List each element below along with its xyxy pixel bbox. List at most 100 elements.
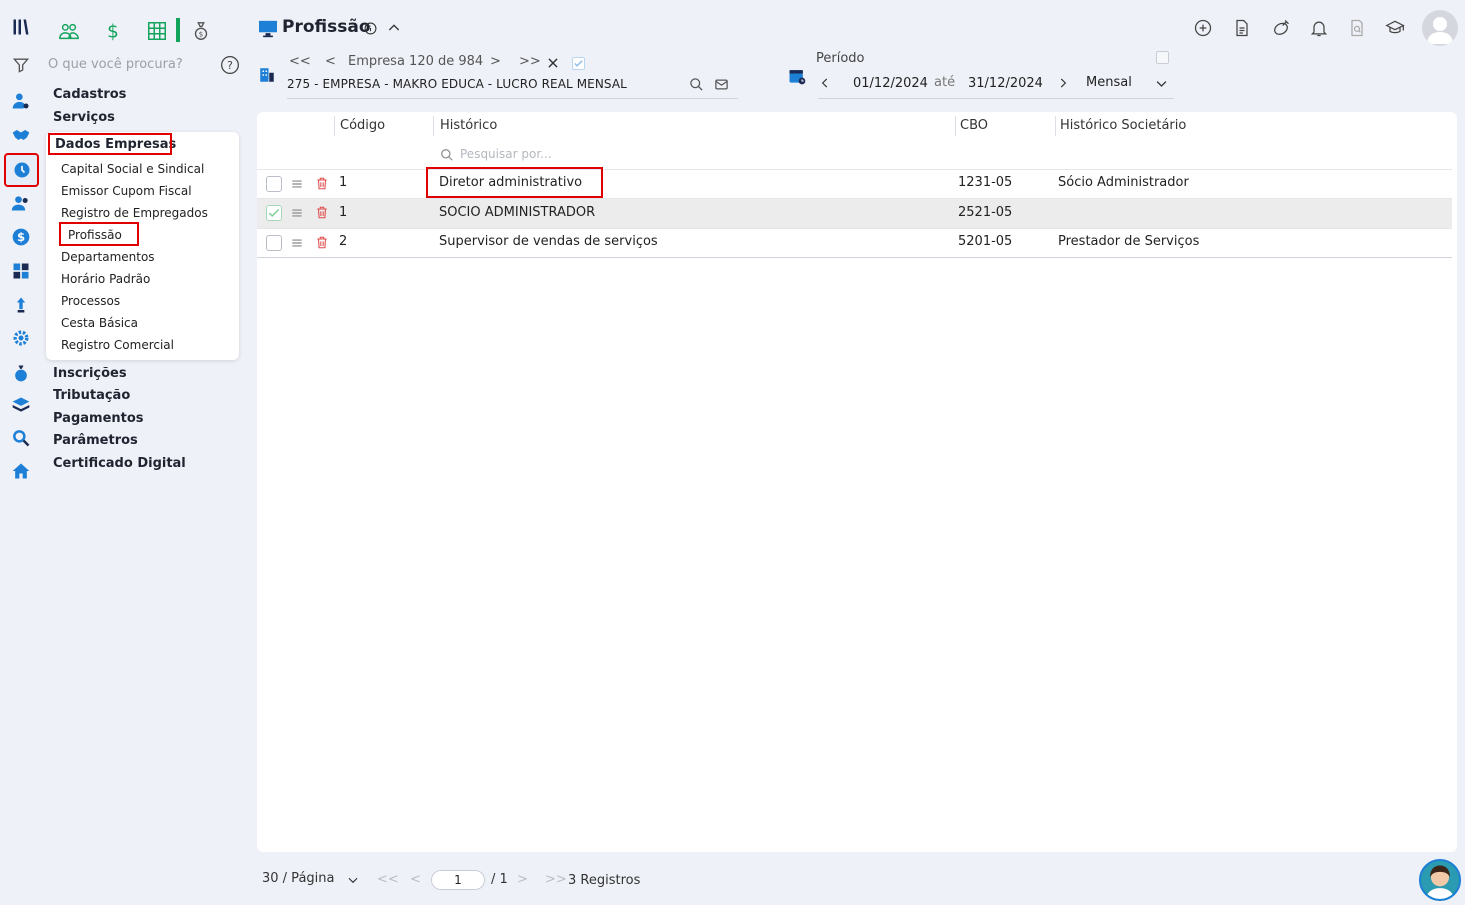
menu-cadastros[interactable]: Cadastros	[53, 87, 126, 102]
highlight-dados-empresas	[48, 133, 172, 155]
menu-tributacao[interactable]: Tributação	[53, 388, 130, 403]
drag-handle-icon[interactable]	[290, 177, 304, 191]
info-icon[interactable]	[364, 22, 377, 35]
period-end-date[interactable]: 31/12/2024	[968, 76, 1043, 91]
money-bag-icon[interactable]	[8, 360, 34, 386]
submenu-capital-social[interactable]: Capital Social e Sindical	[61, 162, 204, 176]
submenu-emissor-cupom[interactable]: Emissor Cupom Fiscal	[61, 184, 192, 198]
per-page-select[interactable]: 30 / Página	[262, 871, 334, 886]
mail-icon[interactable]	[714, 77, 729, 92]
column-header-cbo[interactable]: CBO	[960, 118, 988, 133]
column-header-historico-societario[interactable]: Histórico Societário	[1060, 118, 1186, 133]
cell-codigo: 1	[339, 205, 348, 220]
period-label: Período	[816, 51, 865, 66]
page-number-input[interactable]: 1	[431, 870, 485, 890]
home-icon[interactable]	[8, 458, 34, 484]
page-prev-button[interactable]: <	[410, 872, 421, 887]
gear-icon[interactable]	[8, 325, 34, 351]
company-search-icon[interactable]	[689, 77, 704, 92]
menu-inscricoes[interactable]: Inscrições	[53, 366, 127, 381]
dollar-icon[interactable]: $	[8, 224, 34, 250]
submenu-registro-empregados[interactable]: Registro de Empregados	[61, 206, 208, 220]
svg-text:$: $	[17, 230, 25, 244]
company-prev-button[interactable]: <	[325, 54, 336, 69]
page-total: / 1	[491, 872, 508, 887]
row-checkbox[interactable]	[266, 176, 282, 192]
chevron-up-icon[interactable]	[386, 20, 402, 36]
user-settings-icon[interactable]	[8, 88, 34, 114]
selected-row-background	[257, 199, 1452, 228]
menu-search-input[interactable]: O que você procura?	[48, 57, 183, 72]
app-logo[interactable]	[8, 14, 34, 40]
company-last-button[interactable]: >>	[519, 54, 541, 69]
svg-text:$: $	[199, 30, 204, 39]
submenu-cesta-basica[interactable]: Cesta Básica	[61, 316, 138, 330]
column-header-historico[interactable]: Histórico	[440, 118, 497, 133]
trash-icon[interactable]	[315, 176, 329, 190]
company-next-button[interactable]: >	[490, 54, 501, 69]
help-icon[interactable]: ?	[220, 55, 240, 75]
submenu-departamentos[interactable]: Departamentos	[61, 250, 155, 264]
svg-text:?: ?	[227, 59, 233, 72]
building-icon	[258, 66, 276, 84]
submenu-processos[interactable]: Processos	[61, 294, 120, 308]
dollar-app-icon[interactable]: $	[100, 18, 126, 44]
menu-parametros[interactable]: Parâmetros	[53, 433, 138, 448]
drag-handle-icon[interactable]	[290, 206, 304, 220]
calculator-icon[interactable]	[8, 258, 34, 284]
chevron-down-icon[interactable]	[1154, 76, 1169, 91]
per-page-chevron-icon[interactable]	[346, 873, 360, 887]
add-circle-icon[interactable]	[1191, 16, 1215, 40]
period-mode-select[interactable]: Mensal	[1086, 75, 1132, 90]
company-checkbox[interactable]	[572, 57, 585, 70]
period-start-date[interactable]: 01/12/2024	[853, 76, 928, 91]
drag-handle-icon[interactable]	[290, 236, 304, 250]
growth-icon[interactable]	[8, 292, 34, 318]
menu-certificado-digital[interactable]: Certificado Digital	[53, 456, 186, 471]
graduation-cap-icon[interactable]	[1383, 16, 1407, 40]
handshake-icon[interactable]	[8, 122, 34, 148]
page-first-button[interactable]: <<	[377, 872, 399, 887]
active-app-indicator	[176, 18, 180, 42]
search-rail-icon[interactable]	[8, 425, 34, 451]
trash-icon[interactable]	[315, 205, 329, 219]
clock-icon[interactable]	[4, 153, 39, 187]
filter-search-icon	[440, 148, 454, 162]
cell-cbo: 1231-05	[958, 175, 1013, 190]
trash-icon[interactable]	[315, 235, 329, 249]
document-icon[interactable]	[1230, 16, 1254, 40]
row-checkbox-checked[interactable]	[266, 205, 282, 221]
company-first-button[interactable]: <<	[289, 54, 311, 69]
cell-cbo: 2521-05	[958, 205, 1013, 220]
submenu-registro-comercial[interactable]: Registro Comercial	[61, 338, 174, 352]
col-separator	[334, 116, 335, 136]
menu-pagamentos[interactable]: Pagamentos	[53, 411, 144, 426]
col-separator	[1055, 116, 1056, 136]
monitor-icon	[258, 20, 278, 38]
col-separator	[955, 116, 956, 136]
bell-icon[interactable]	[1307, 16, 1331, 40]
period-next-icon[interactable]	[1056, 76, 1070, 90]
menu-servicos[interactable]: Serviços	[53, 110, 115, 125]
satellite-icon[interactable]	[1269, 16, 1293, 40]
report-search-icon[interactable]	[1345, 16, 1369, 40]
historico-filter-input[interactable]: Pesquisar por...	[460, 147, 552, 161]
column-header-codigo[interactable]: Código	[340, 118, 385, 133]
people-app-icon[interactable]	[56, 18, 82, 44]
layers-icon[interactable]	[8, 392, 34, 418]
period-prev-icon[interactable]	[818, 76, 832, 90]
page-last-button[interactable]: >>	[545, 872, 567, 887]
page-title: Profissão	[282, 17, 371, 37]
period-checkbox[interactable]	[1156, 51, 1169, 64]
row-checkbox[interactable]	[266, 235, 282, 251]
spreadsheet-app-icon[interactable]	[144, 18, 170, 44]
money-bag-app-icon[interactable]: $	[188, 18, 214, 44]
support-assistant-avatar[interactable]	[1419, 859, 1461, 901]
filter-icon[interactable]	[8, 52, 34, 78]
close-icon[interactable]	[546, 56, 560, 70]
user-avatar[interactable]	[1422, 10, 1458, 46]
submenu-horario-padrao[interactable]: Horário Padrão	[61, 272, 150, 286]
users-icon[interactable]	[8, 190, 34, 216]
company-name[interactable]: 275 - EMPRESA - MAKRO EDUCA - LUCRO REAL…	[287, 77, 627, 91]
page-next-button[interactable]: >	[517, 872, 528, 887]
